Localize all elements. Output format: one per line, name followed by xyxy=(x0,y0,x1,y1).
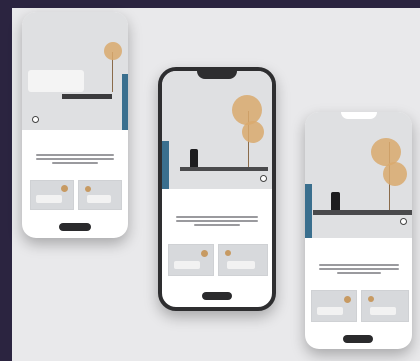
plant-foliage-2 xyxy=(242,121,264,143)
phone-notch xyxy=(340,112,377,119)
plant-foliage xyxy=(104,42,122,60)
cta-button[interactable] xyxy=(343,335,373,343)
plant-foliage-2 xyxy=(383,162,407,186)
cta-button[interactable] xyxy=(59,223,91,231)
thumbnail-1[interactable] xyxy=(168,244,214,276)
thumbnail-1[interactable] xyxy=(30,180,74,210)
phone-center xyxy=(158,67,276,311)
mockup-canvas xyxy=(12,8,420,361)
thumbnail-2[interactable] xyxy=(361,290,409,322)
lamp-shape xyxy=(331,192,340,210)
thumbnail-1[interactable] xyxy=(311,290,357,322)
side-tag xyxy=(162,141,169,189)
plant-foliage xyxy=(232,95,262,125)
phone-left xyxy=(22,12,128,238)
body-text xyxy=(176,216,258,226)
hero-image xyxy=(305,112,412,238)
hero-image xyxy=(162,71,272,189)
thumbnail-2[interactable] xyxy=(78,180,122,210)
body-text xyxy=(36,154,114,164)
plus-icon[interactable] xyxy=(400,218,407,225)
table-shape xyxy=(62,94,112,99)
side-tag xyxy=(122,74,128,130)
lamp-shape xyxy=(190,149,198,167)
body-text xyxy=(319,264,399,274)
plus-icon[interactable] xyxy=(260,175,267,182)
side-tag xyxy=(305,184,312,238)
shelf-shape xyxy=(313,210,412,215)
sofa-shape xyxy=(28,70,84,92)
cta-button[interactable] xyxy=(202,292,232,300)
plus-icon[interactable] xyxy=(32,116,39,123)
phone-notch xyxy=(197,71,237,79)
hero-image xyxy=(22,12,128,130)
phone-right xyxy=(305,112,412,349)
thumbnail-2[interactable] xyxy=(218,244,268,276)
shelf-shape xyxy=(180,167,268,171)
